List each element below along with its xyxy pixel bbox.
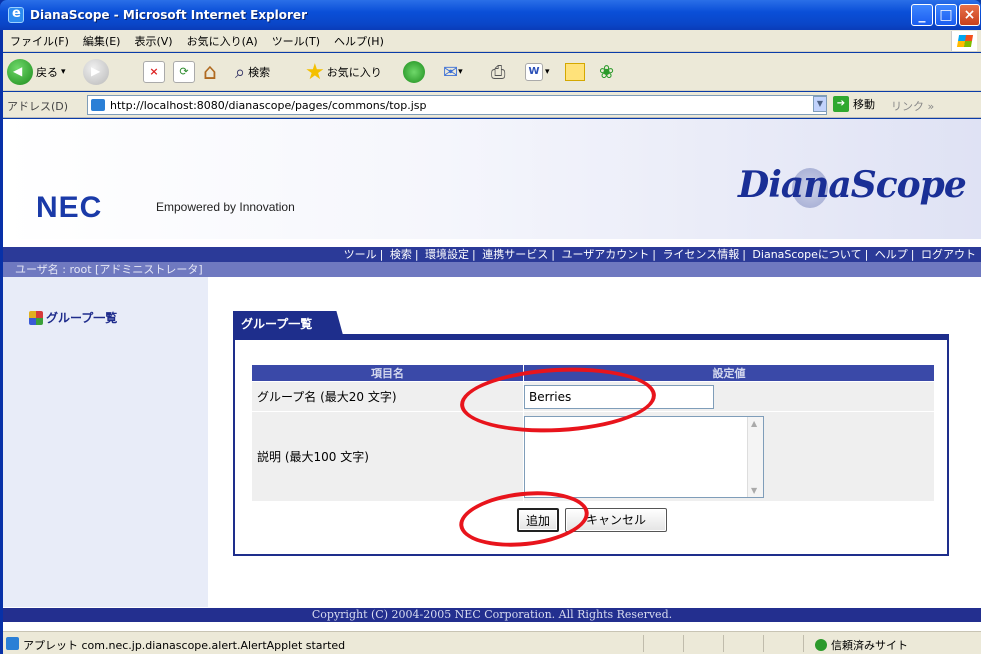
- page-status-icon: [6, 637, 19, 650]
- trusted-zone-icon: [815, 639, 827, 651]
- print-button[interactable]: ⎙: [491, 58, 505, 86]
- dianascope-logo: DianaScope: [738, 164, 967, 208]
- textarea-scrollbar[interactable]: [747, 416, 763, 497]
- refresh-button[interactable]: ⟳: [173, 58, 195, 86]
- nav-tools[interactable]: ツール: [341, 248, 380, 261]
- discuss-button[interactable]: [565, 58, 585, 86]
- header-banner: NEC Empowered by Innovation DianaScope: [3, 119, 981, 239]
- status-message: アプレット com.nec.jp.dianascope.alert.AlertA…: [23, 639, 346, 652]
- menu-view[interactable]: 表示(V): [127, 33, 179, 49]
- menu-edit[interactable]: 編集(E): [76, 33, 128, 49]
- address-bar: アドレス(D) http://localhost:8080/dianascope…: [3, 92, 981, 118]
- go-button[interactable]: ➔ 移動: [833, 96, 875, 112]
- forward-button[interactable]: [83, 58, 109, 86]
- history-button[interactable]: [403, 58, 425, 86]
- stop-button[interactable]: ×: [143, 58, 165, 86]
- favorites-button[interactable]: ★ お気に入り: [305, 58, 382, 86]
- menu-help[interactable]: ヘルプ(H): [327, 33, 391, 49]
- panel-tab: グループ一覧: [233, 311, 343, 335]
- web-page: NEC Empowered by Innovation DianaScope ツ…: [3, 119, 981, 631]
- global-nav: ツール | 検索 | 環境設定 | 連携サービス | ユーザアカウント | ライセンス情報…: [3, 247, 981, 262]
- back-button[interactable]: 戻る ▾: [7, 58, 66, 86]
- note-icon: [565, 63, 585, 81]
- user-info: ユーザ名 : root [アドミニストレータ]: [3, 262, 981, 277]
- star-icon: ★: [305, 59, 325, 85]
- sidebar: グループ一覧: [3, 277, 208, 607]
- minimize-button[interactable]: _: [911, 4, 933, 26]
- mail-icon: ✉: [443, 61, 459, 83]
- go-arrow-icon: ➔: [833, 96, 849, 112]
- title-bar[interactable]: DianaScope - Microsoft Internet Explorer…: [0, 0, 981, 30]
- tagline: Empowered by Innovation: [156, 200, 295, 214]
- page-icon: [91, 99, 105, 111]
- ie-logo-icon: [8, 6, 24, 23]
- messenger-button[interactable]: ❀: [599, 58, 614, 86]
- nav-search[interactable]: 検索: [387, 248, 415, 261]
- edit-button[interactable]: W ▾: [525, 58, 550, 86]
- printer-icon: ⎙: [491, 61, 506, 83]
- sidebar-item-group-list[interactable]: グループ一覧: [29, 309, 117, 326]
- window-title: DianaScope - Microsoft Internet Explorer: [30, 8, 307, 22]
- messenger-icon: ❀: [599, 61, 615, 83]
- close-button[interactable]: ×: [959, 4, 980, 26]
- nav-help[interactable]: ヘルプ: [872, 248, 911, 261]
- windows-flag-icon: [951, 31, 977, 51]
- nav-link-services[interactable]: 連携サービス: [479, 248, 551, 261]
- home-button[interactable]: ⌂: [203, 58, 217, 86]
- address-label: アドレス(D): [7, 100, 69, 113]
- links-button[interactable]: リンク »: [891, 98, 934, 114]
- forward-arrow-icon: [83, 59, 109, 85]
- status-bar: アプレット com.nec.jp.dianascope.alert.AlertA…: [3, 631, 981, 654]
- menu-file[interactable]: ファイル(F): [3, 33, 76, 49]
- address-url: http://localhost:8080/dianascope/pages/c…: [110, 99, 427, 112]
- nav-license[interactable]: ライセンス情報: [659, 248, 742, 261]
- description-label: 説明 (最大100 文字): [251, 411, 524, 502]
- stop-icon: ×: [143, 61, 165, 83]
- search-icon: ⌕: [235, 61, 246, 83]
- maximize-button[interactable]: □: [935, 4, 957, 26]
- nav-about[interactable]: DianaScopeについて: [749, 248, 864, 261]
- nec-logo: NEC: [36, 191, 103, 224]
- address-input[interactable]: http://localhost:8080/dianascope/pages/c…: [87, 95, 827, 115]
- nav-user-account[interactable]: ユーザアカウント: [558, 248, 652, 261]
- copyright-footer: Copyright (C) 2004-2005 NEC Corporation.…: [3, 608, 981, 622]
- menu-tools[interactable]: ツール(T): [265, 33, 327, 49]
- menu-bar: ファイル(F) 編集(E) 表示(V) お気に入り(A) ツール(T) ヘルプ(…: [3, 30, 981, 52]
- column-header-item: 項目名: [251, 364, 524, 382]
- security-zone: 信頼済みサイト: [815, 637, 908, 653]
- search-button[interactable]: ⌕ 検索: [235, 58, 270, 86]
- home-icon: ⌂: [203, 59, 217, 85]
- group-icon: [29, 310, 43, 325]
- browser-toolbar: 戻る ▾ × ⟳ ⌂ ⌕ 検索 ★ お気に入り ✉ ▾ ⎙ W ▾ ❀: [3, 53, 981, 91]
- nav-logout[interactable]: ログアウト: [918, 248, 979, 261]
- history-icon: [403, 61, 425, 83]
- refresh-icon: ⟳: [173, 61, 195, 83]
- address-dropdown-icon[interactable]: ▼: [813, 96, 827, 112]
- menu-favorites[interactable]: お気に入り(A): [180, 33, 265, 49]
- back-arrow-icon: [7, 59, 33, 85]
- word-icon: W: [525, 63, 543, 81]
- mail-button[interactable]: ✉ ▾: [443, 58, 463, 86]
- nav-settings[interactable]: 環境設定: [422, 248, 472, 261]
